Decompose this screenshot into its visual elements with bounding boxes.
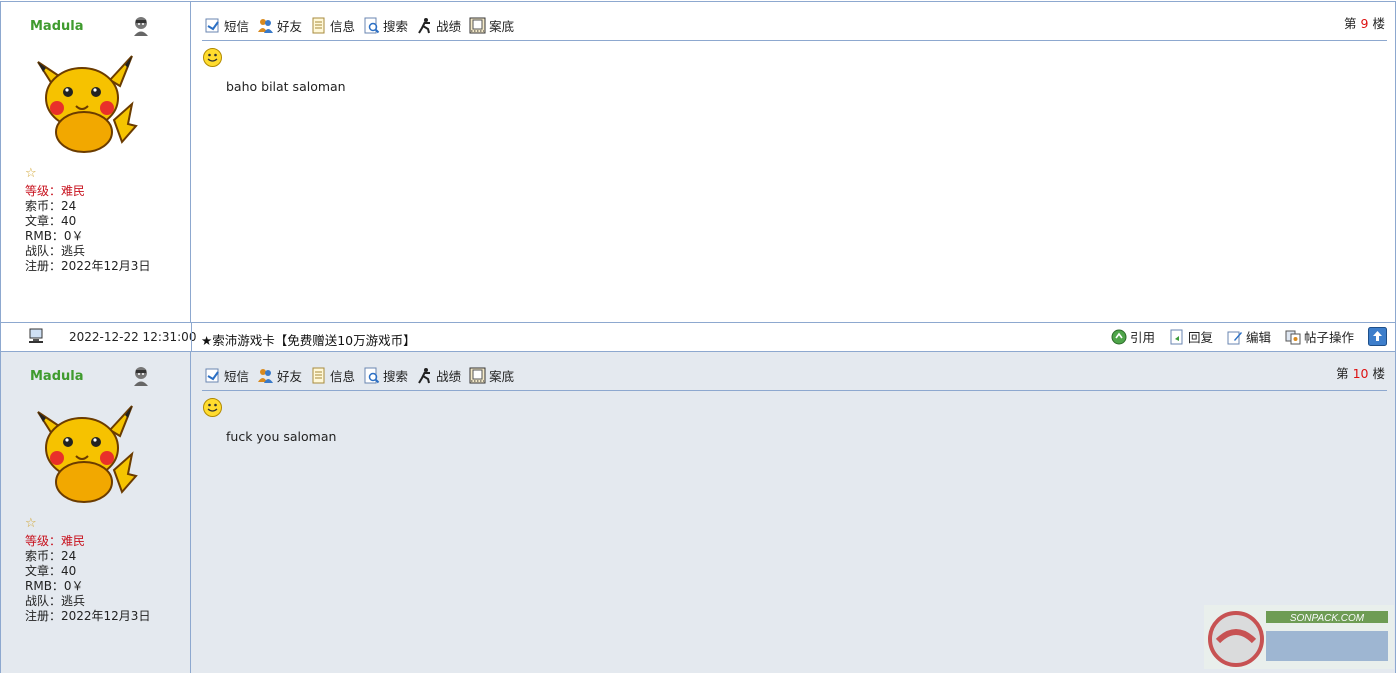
reply-button[interactable]: 回复 [1169, 327, 1213, 346]
floor-number: 第 10 楼 [1336, 366, 1385, 381]
author-articles: 文章：40 [25, 564, 77, 578]
bar-divider [191, 323, 192, 352]
manage-icon [1285, 330, 1301, 344]
info-button[interactable]: 信息 [310, 16, 355, 35]
computer-icon [29, 328, 43, 343]
search-document-icon [364, 367, 380, 383]
message-icon [205, 18, 219, 32]
edit-button[interactable]: 编辑 [1227, 327, 1271, 346]
message-icon [205, 368, 219, 382]
soldier-icon [418, 367, 431, 384]
rank-star-icon: ☆ [25, 516, 37, 531]
film-archive-icon [469, 367, 486, 383]
user-toolbar: 短信 好友 信息 搜索 战绩 案底 [204, 365, 514, 385]
author-rmb: RMB：0￥ [25, 579, 84, 593]
info-document-icon [312, 17, 325, 33]
author-level: 等级：难民 [25, 184, 86, 198]
pikachu-avatar [37, 405, 138, 503]
post-actions: 引用 回复 编辑 帖子操作 [1111, 327, 1387, 346]
archive-button[interactable]: 案底 [469, 366, 514, 385]
friends-button[interactable]: 好友 [257, 16, 302, 35]
post-content: 短信 好友 信息 搜索 战绩 案底 第 9 楼 baho bilat salom… [192, 2, 1395, 323]
header-divider [202, 390, 1387, 391]
author-coins: 索币：24 [25, 549, 77, 563]
author-team: 战队：逃兵 [25, 594, 86, 608]
post-timestamp: 2022-12-22 12:31:00 [69, 330, 197, 344]
smiley-icon [203, 48, 222, 67]
post-action-bar: 2022-12-22 12:31:00 ★索沛游戏卡【免费赠送10万游戏币】 引… [0, 322, 1396, 352]
search-button[interactable]: 搜索 [363, 366, 408, 385]
svg-text:SONPACK.COM: SONPACK.COM [1290, 613, 1365, 624]
quote-icon [1111, 329, 1127, 344]
author-coins: 索币：24 [25, 199, 77, 213]
author-sidebar: Madula ☆ 等级：难民 索币：24 文章：40 RMB：0￥ 战队：逃兵 [1, 352, 191, 673]
back-to-top-icon[interactable] [1368, 327, 1387, 346]
post-floor-9: Madula ☆ 等级：难民 索币：24 文章：40 RMB：0￥ 战队：逃兵 [0, 1, 1396, 323]
post-body: baho bilat saloman [226, 79, 346, 94]
quote-button[interactable]: 引用 [1111, 327, 1155, 346]
user-gender-icon [134, 367, 148, 386]
reply-icon [1170, 329, 1183, 344]
author-registered: 注册：2022年12月3日 [25, 609, 151, 623]
message-button[interactable]: 短信 [204, 16, 249, 35]
header-divider [202, 40, 1387, 41]
smiley-icon [203, 398, 222, 417]
record-button[interactable]: 战绩 [416, 366, 461, 385]
author-username[interactable]: Madula [30, 369, 84, 384]
post-floor-10: Madula ☆ 等级：难民 索币：24 文章：40 RMB：0￥ 战队：逃兵 [0, 351, 1396, 673]
ad-link[interactable]: ★索沛游戏卡【免费赠送10万游戏币】 [201, 330, 416, 349]
post-body: fuck you saloman [226, 429, 337, 444]
author-articles: 文章：40 [25, 214, 77, 228]
rank-star-icon: ☆ [25, 166, 37, 181]
info-button[interactable]: 信息 [310, 366, 355, 385]
author-sidebar: Madula ☆ 等级：难民 索币：24 文章：40 RMB：0￥ 战队：逃兵 [1, 2, 191, 323]
manage-post-button[interactable]: 帖子操作 [1285, 327, 1354, 346]
author-stats: 等级：难民 索币：24 文章：40 RMB：0￥ 战队：逃兵 注册：2022年1… [25, 534, 150, 624]
record-button[interactable]: 战绩 [416, 16, 461, 35]
info-document-icon [312, 367, 325, 383]
friends-icon [258, 368, 274, 383]
pikachu-avatar [37, 55, 138, 153]
author-team: 战队：逃兵 [25, 244, 86, 258]
author-rmb: RMB：0￥ [25, 229, 84, 243]
author-stats: 等级：难民 索币：24 文章：40 RMB：0￥ 战队：逃兵 注册：2022年1… [25, 184, 150, 274]
author-registered: 注册：2022年12月3日 [25, 259, 151, 273]
author-level: 等级：难民 [25, 534, 86, 548]
site-watermark-logo: SONPACK.COM [1204, 605, 1394, 669]
friends-button[interactable]: 好友 [257, 366, 302, 385]
search-document-icon [364, 17, 380, 33]
floor-number: 第 9 楼 [1344, 16, 1385, 31]
archive-button[interactable]: 案底 [469, 16, 514, 35]
user-toolbar: 短信 好友 信息 搜索 战绩 案底 [204, 15, 514, 35]
message-button[interactable]: 短信 [204, 366, 249, 385]
edit-icon [1227, 331, 1242, 344]
film-archive-icon [469, 17, 486, 33]
user-gender-icon [134, 17, 148, 36]
soldier-icon [418, 17, 431, 34]
search-button[interactable]: 搜索 [363, 16, 408, 35]
author-username[interactable]: Madula [30, 19, 84, 34]
friends-icon [258, 18, 274, 33]
